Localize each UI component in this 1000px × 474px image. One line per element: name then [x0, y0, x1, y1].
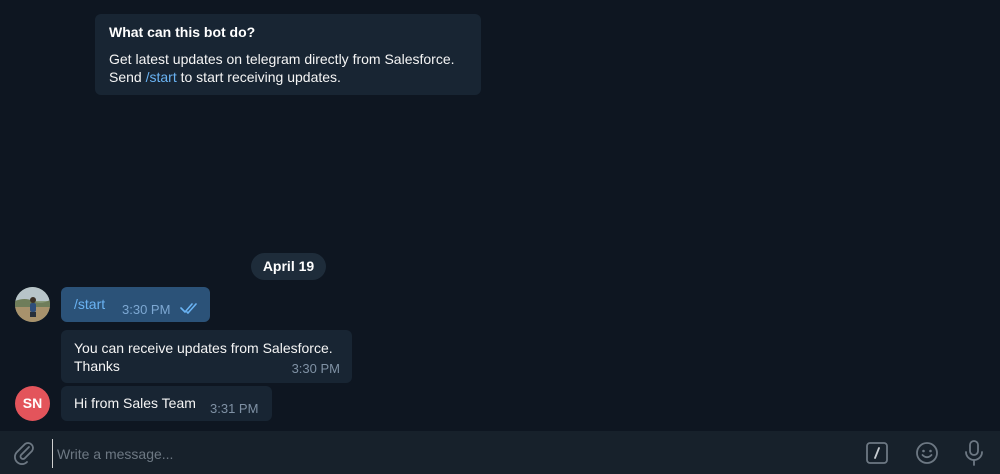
message-time: 3:30 PM — [291, 361, 340, 376]
slash-command-icon — [866, 442, 888, 464]
incoming-message[interactable]: You can receive updates from Salesforce.… — [61, 330, 352, 383]
bot-info-line-2: Send /start to start receiving updates. — [109, 68, 467, 86]
emoji-button[interactable] — [915, 441, 939, 465]
microphone-icon — [965, 440, 983, 466]
bot-info-description: Get latest updates on telegram directly … — [109, 50, 467, 86]
message-time: 3:30 PM — [122, 302, 171, 317]
bot-info-line-2-prefix: Send — [109, 69, 146, 85]
bot-info-line-1: Get latest updates on telegram directly … — [109, 51, 455, 67]
user-avatar[interactable] — [15, 287, 50, 322]
incoming-message-line-1: You can receive updates from Salesforce. — [74, 340, 333, 356]
incoming-message-text: Hi from Sales Team — [74, 395, 196, 411]
voice-message-button[interactable] — [963, 440, 985, 466]
start-command-link[interactable]: /start — [146, 69, 177, 85]
message-time: 3:31 PM — [210, 401, 259, 416]
message-composer — [0, 431, 1000, 474]
double-check-icon — [180, 302, 200, 314]
sender-avatar-sn[interactable]: SN — [15, 386, 50, 421]
incoming-message[interactable]: Hi from Sales Team 3:31 PM — [61, 386, 272, 421]
bot-info-title: What can this bot do? — [109, 24, 256, 40]
outgoing-message-text[interactable]: /start — [74, 296, 105, 312]
bot-info-card: What can this bot do? Get latest updates… — [95, 14, 481, 95]
date-separator: April 19 — [251, 253, 326, 280]
outgoing-message[interactable]: /start 3:30 PM — [61, 287, 210, 322]
attach-button[interactable] — [13, 441, 37, 465]
user-photo-icon — [15, 287, 50, 322]
bot-commands-button[interactable] — [866, 442, 888, 464]
paperclip-icon — [14, 442, 34, 465]
message-input[interactable] — [52, 439, 839, 468]
smile-icon — [916, 442, 938, 464]
chat-history: What can this bot do? Get latest updates… — [0, 0, 1000, 431]
bot-info-line-2-suffix: to start receiving updates. — [176, 69, 341, 85]
